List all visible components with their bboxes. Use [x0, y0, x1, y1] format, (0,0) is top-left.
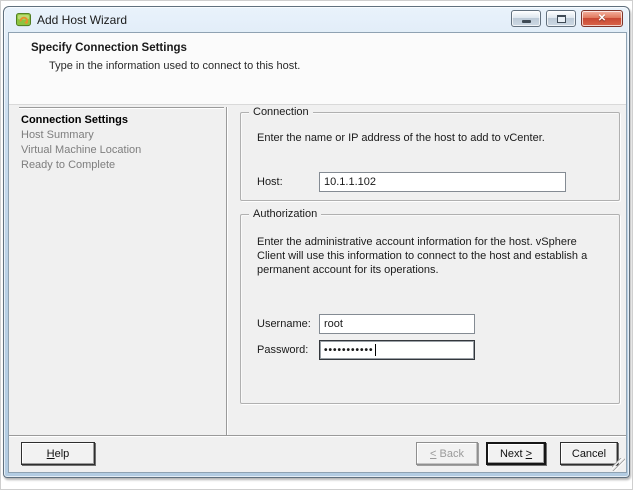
page-subtitle: Type in the information used to connect … [49, 60, 301, 72]
back-button: < Back [416, 442, 478, 465]
maximize-icon [556, 14, 566, 23]
authorization-legend: Authorization [249, 208, 322, 220]
text-caret [374, 344, 376, 356]
next-button[interactable]: Next > [486, 442, 546, 465]
host-value: 10.1.1.102 [324, 176, 376, 188]
authorization-groupbox: Authorization Enter the administrative a… [240, 208, 620, 404]
close-icon: ✕ [597, 12, 607, 24]
wizard-header: Specify Connection Settings Type in the … [9, 33, 626, 105]
sidebar-divider [19, 107, 224, 109]
connection-instruction: Enter the name or IP address of the host… [257, 132, 545, 144]
minimize-icon [521, 19, 531, 23]
maximize-button[interactable] [546, 10, 576, 27]
sidebar-step-1: Host Summary [21, 129, 94, 141]
minimize-button[interactable] [511, 10, 541, 27]
add-host-wizard-window: Add Host Wizard ✕ Specify Connection Set… [3, 6, 630, 478]
sidebar-step-3: Ready to Complete [21, 159, 116, 171]
screenshot-frame: Add Host Wizard ✕ Specify Connection Set… [0, 0, 633, 490]
close-button[interactable]: ✕ [581, 10, 623, 27]
sidebar-step-0: Connection Settings [21, 114, 128, 126]
title-bar[interactable]: Add Host Wizard ✕ [4, 7, 629, 32]
cancel-button[interactable]: Cancel [560, 442, 618, 465]
username-input[interactable]: root [319, 314, 475, 334]
wizard-steps-sidebar: Connection Settings Host Summary Virtual M… [21, 113, 221, 173]
resize-grip[interactable] [612, 458, 625, 471]
username-label: Username: [257, 318, 311, 330]
vertical-divider [226, 107, 228, 435]
host-input[interactable]: 10.1.1.102 [319, 172, 566, 192]
page-title: Specify Connection Settings [31, 42, 187, 54]
password-value: ••••••••••• [324, 344, 374, 356]
host-label: Host: [257, 176, 283, 188]
help-button[interactable]: Help [21, 442, 95, 465]
sidebar-step-2: Virtual Machine Location [21, 144, 142, 156]
authorization-instruction: Enter the administrative account informa… [257, 236, 588, 276]
password-input[interactable]: ••••••••••• [319, 340, 475, 360]
username-value: root [324, 318, 343, 330]
password-label: Password: [257, 344, 309, 356]
window-title: Add Host Wizard [37, 13, 128, 27]
connection-groupbox: Connection Enter the name or IP address … [240, 106, 620, 201]
wizard-icon [16, 12, 31, 27]
dialog-client-area: Specify Connection Settings Type in the … [8, 32, 627, 473]
footer-divider [9, 435, 626, 437]
connection-legend: Connection [249, 106, 313, 118]
